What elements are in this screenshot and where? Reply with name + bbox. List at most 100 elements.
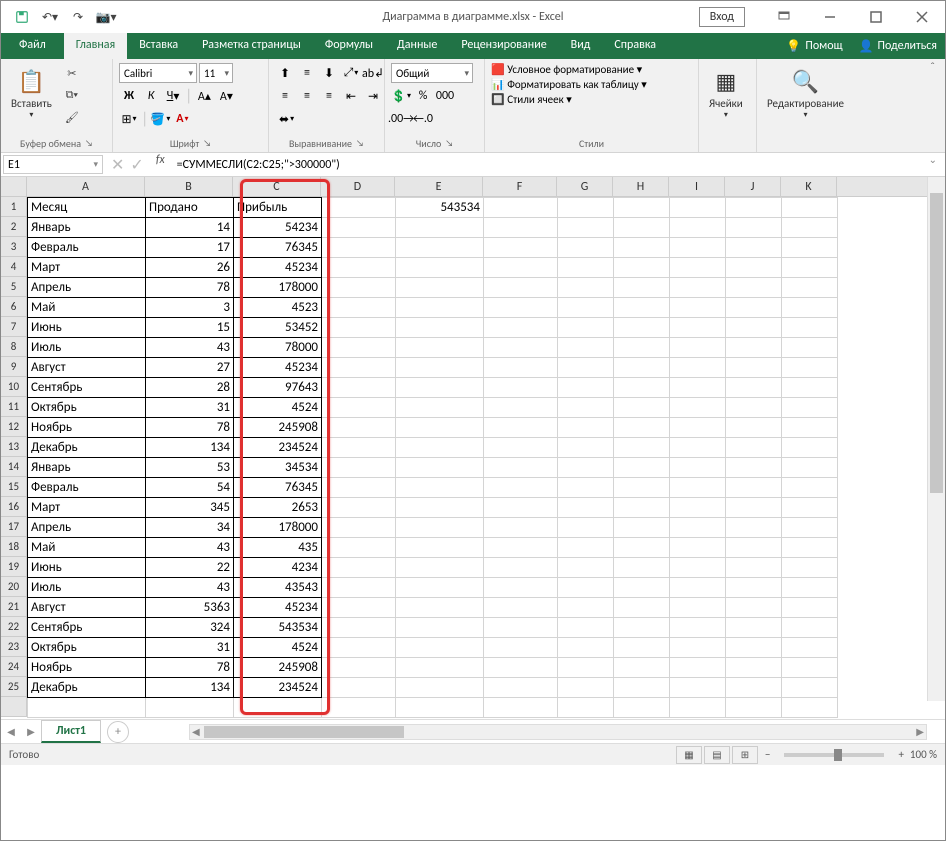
tab-formulas[interactable]: Формулы bbox=[313, 33, 385, 59]
vertical-scrollbar[interactable] bbox=[927, 177, 945, 701]
sheet-nav-prev-icon[interactable]: ◀ bbox=[1, 725, 21, 738]
fill-color-button[interactable]: 🪣 bbox=[150, 109, 170, 129]
horizontal-scrollbar[interactable]: ◀ ▶ bbox=[189, 724, 927, 740]
camera-icon[interactable]: 📷▾ bbox=[93, 4, 119, 30]
column-header-G[interactable]: G bbox=[557, 177, 613, 196]
underline-button[interactable]: Ч▾ bbox=[163, 86, 183, 106]
conditional-formatting-button[interactable]: 🟥 Условное форматирование ▾ bbox=[491, 63, 642, 76]
column-header-D[interactable]: D bbox=[321, 177, 395, 196]
copy-icon[interactable]: ⧉▾ bbox=[62, 85, 82, 105]
borders-button[interactable]: ⊞ bbox=[119, 109, 139, 129]
zoom-out-button[interactable]: − bbox=[765, 748, 770, 761]
zoom-label[interactable]: 100 % bbox=[910, 748, 937, 761]
number-launcher-icon[interactable]: ↘ bbox=[445, 138, 453, 149]
merge-button[interactable]: ⬌ bbox=[275, 109, 298, 129]
close-icon[interactable] bbox=[899, 1, 945, 33]
cells-button[interactable]: ▦ Ячейки ▾ bbox=[705, 63, 747, 122]
column-header-J[interactable]: J bbox=[725, 177, 781, 196]
grow-font-button[interactable]: A▴ bbox=[194, 86, 214, 106]
cancel-formula-icon[interactable]: ✕ bbox=[111, 155, 124, 175]
orientation-button[interactable]: ⤢ bbox=[341, 63, 361, 83]
italic-button[interactable]: К bbox=[141, 86, 161, 106]
fx-icon[interactable]: fx bbox=[150, 153, 171, 176]
row-header-21[interactable]: 21 bbox=[1, 597, 27, 617]
shrink-font-button[interactable]: A▾ bbox=[216, 86, 236, 106]
row-header-18[interactable]: 18 bbox=[1, 537, 27, 557]
column-header-H[interactable]: H bbox=[613, 177, 669, 196]
align-center-button[interactable]: ≡ bbox=[297, 86, 317, 106]
percent-button[interactable]: % bbox=[413, 86, 433, 106]
number-format-combo[interactable]: Общий bbox=[391, 63, 473, 83]
align-right-button[interactable]: ≡ bbox=[319, 86, 339, 106]
collapse-ribbon-icon[interactable]: ˆ bbox=[924, 59, 941, 77]
row-header-26[interactable] bbox=[1, 697, 27, 717]
row-header-8[interactable]: 8 bbox=[1, 337, 27, 357]
tab-pagelayout[interactable]: Разметка страницы bbox=[190, 33, 313, 59]
column-header-F[interactable]: F bbox=[483, 177, 557, 196]
currency-button[interactable]: 💲 bbox=[391, 86, 411, 106]
ribbon-options-icon[interactable] bbox=[761, 1, 807, 33]
tab-review[interactable]: Рецензирование bbox=[449, 33, 558, 59]
font-launcher-icon[interactable]: ↘ bbox=[203, 138, 211, 149]
cells-area[interactable]: МесяцПроданоПрибыль543534Январь1454234Фе… bbox=[27, 197, 927, 701]
maximize-icon[interactable] bbox=[853, 1, 899, 33]
align-left-button[interactable]: ≡ bbox=[275, 86, 295, 106]
row-header-9[interactable]: 9 bbox=[1, 357, 27, 377]
comma-button[interactable]: 000 bbox=[435, 86, 455, 106]
row-header-5[interactable]: 5 bbox=[1, 277, 27, 297]
indent-less-button[interactable]: ⇤ bbox=[341, 86, 361, 106]
row-header-14[interactable]: 14 bbox=[1, 457, 27, 477]
row-header-4[interactable]: 4 bbox=[1, 257, 27, 277]
redo-icon[interactable]: ↷ bbox=[65, 4, 91, 30]
row-header-19[interactable]: 19 bbox=[1, 557, 27, 577]
row-header-6[interactable]: 6 bbox=[1, 297, 27, 317]
zoom-in-button[interactable]: + bbox=[898, 748, 903, 761]
row-header-24[interactable]: 24 bbox=[1, 657, 27, 677]
align-top-button[interactable]: ⬆ bbox=[275, 63, 295, 83]
row-header-17[interactable]: 17 bbox=[1, 517, 27, 537]
row-header-15[interactable]: 15 bbox=[1, 477, 27, 497]
increase-decimal-button[interactable]: .00→ bbox=[391, 109, 411, 129]
format-painter-icon[interactable]: 🖌 bbox=[62, 107, 82, 127]
page-layout-view-button[interactable]: ▤ bbox=[704, 746, 730, 764]
sheet-tab-1[interactable]: Лист1 bbox=[41, 720, 101, 743]
font-color-button[interactable]: A bbox=[172, 109, 192, 129]
column-header-E[interactable]: E bbox=[395, 177, 483, 196]
paste-button[interactable]: 📋 Вставить ▾ bbox=[7, 63, 56, 122]
clipboard-launcher-icon[interactable]: ↘ bbox=[85, 138, 93, 149]
row-header-13[interactable]: 13 bbox=[1, 437, 27, 457]
format-as-table-button[interactable]: 📊 Форматировать как таблицу ▾ bbox=[491, 78, 647, 91]
decrease-decimal-button[interactable]: ←.0 bbox=[413, 109, 433, 129]
page-break-view-button[interactable]: ⊞ bbox=[732, 746, 758, 764]
align-launcher-icon[interactable]: ↘ bbox=[356, 138, 364, 149]
font-size-combo[interactable]: 11 bbox=[199, 63, 233, 83]
row-header-1[interactable]: 1 bbox=[1, 197, 27, 217]
cut-icon[interactable]: ✂ bbox=[62, 63, 82, 83]
accept-formula-icon[interactable]: ✓ bbox=[130, 155, 143, 175]
tab-file[interactable]: Файл bbox=[1, 33, 64, 59]
name-box[interactable]: E1 bbox=[3, 155, 103, 174]
undo-icon[interactable]: ↶▾ bbox=[37, 4, 63, 30]
align-bottom-button[interactable]: ⬇ bbox=[319, 63, 339, 83]
expand-formula-icon[interactable]: ⌄ bbox=[921, 153, 945, 176]
column-header-A[interactable]: A bbox=[27, 177, 145, 196]
row-header-22[interactable]: 22 bbox=[1, 617, 27, 637]
column-header-K[interactable]: K bbox=[781, 177, 837, 196]
column-header-I[interactable]: I bbox=[669, 177, 725, 196]
row-header-20[interactable]: 20 bbox=[1, 577, 27, 597]
login-button[interactable]: Вход bbox=[699, 7, 745, 27]
row-header-25[interactable]: 25 bbox=[1, 677, 27, 697]
column-header-B[interactable]: B bbox=[145, 177, 233, 196]
row-header-10[interactable]: 10 bbox=[1, 377, 27, 397]
row-header-3[interactable]: 3 bbox=[1, 237, 27, 257]
tab-help[interactable]: Справка bbox=[602, 33, 668, 59]
font-name-combo[interactable]: Calibri bbox=[119, 63, 197, 83]
align-middle-button[interactable]: ≡ bbox=[297, 63, 317, 83]
formula-input[interactable]: =СУММЕСЛИ(C2:C25;">300000") bbox=[171, 153, 921, 176]
row-header-12[interactable]: 12 bbox=[1, 417, 27, 437]
tab-home[interactable]: Главная bbox=[64, 33, 127, 59]
editing-button[interactable]: 🔍 Редактирование ▾ bbox=[763, 63, 848, 122]
row-header-16[interactable]: 16 bbox=[1, 497, 27, 517]
tellme-link[interactable]: 💡 Помощ bbox=[778, 33, 850, 59]
tab-data[interactable]: Данные bbox=[385, 33, 449, 59]
